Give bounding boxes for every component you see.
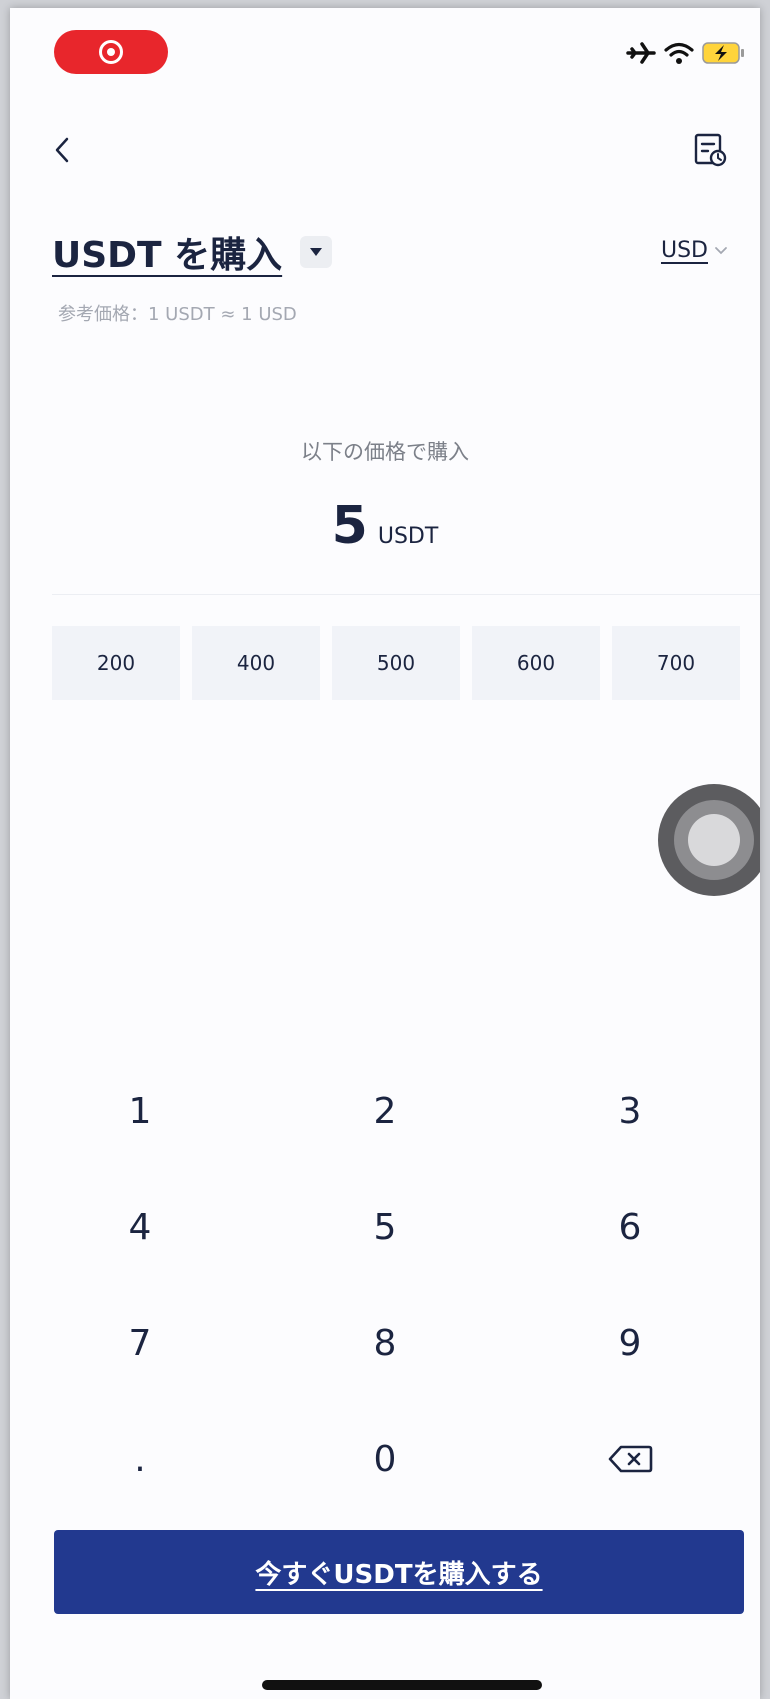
buy-now-label: 今すぐUSDTを購入する [255, 1559, 543, 1590]
preset-button[interactable]: 400 [192, 626, 320, 700]
key-9[interactable]: 9 [540, 1288, 720, 1398]
key-3[interactable]: 3 [540, 1056, 720, 1166]
page-title: USDT を購入 [52, 235, 283, 276]
record-icon [99, 40, 123, 64]
chevron-left-icon [55, 137, 69, 163]
key-4[interactable]: 4 [50, 1172, 230, 1282]
amount-caption: 以下の価格で購入 [301, 440, 469, 464]
amount-value: 5 [331, 496, 368, 556]
key-6[interactable]: 6 [540, 1172, 720, 1282]
airplane-icon [626, 42, 656, 64]
back-button[interactable] [42, 126, 82, 174]
order-history-icon [694, 133, 727, 167]
preset-button[interactable]: 600 [472, 626, 600, 700]
buy-now-button[interactable]: 今すぐUSDTを購入する [54, 1530, 744, 1614]
order-history-button[interactable] [688, 126, 732, 174]
reference-price: 参考価格：1 USDT ≈ 1 USD [58, 304, 297, 325]
amount-display: 5 USDT [10, 496, 760, 556]
chevron-down-icon [715, 246, 727, 254]
key-0[interactable]: 0 [295, 1404, 475, 1514]
divider [52, 594, 760, 595]
key-decimal[interactable]: . [50, 1404, 230, 1514]
crypto-dropdown-button[interactable] [300, 236, 333, 268]
key-2[interactable]: 2 [295, 1056, 475, 1166]
battery-charging-icon [702, 42, 744, 64]
preset-button[interactable]: 500 [332, 626, 460, 700]
preset-button[interactable]: 700 [612, 626, 740, 700]
key-1[interactable]: 1 [50, 1056, 230, 1166]
assistive-touch-button[interactable] [658, 784, 760, 896]
status-bar-icons [626, 38, 746, 68]
currency-label: USD [660, 238, 708, 263]
title-row[interactable]: USDT を購入 [52, 226, 333, 278]
home-indicator[interactable] [262, 1680, 542, 1690]
wifi-icon [664, 42, 694, 64]
key-8[interactable]: 8 [295, 1288, 475, 1398]
screen-recording-indicator[interactable] [54, 30, 168, 74]
key-5[interactable]: 5 [295, 1172, 475, 1282]
currency-selector[interactable]: USD [661, 238, 728, 263]
caret-down-icon [310, 248, 323, 256]
key-7[interactable]: 7 [50, 1288, 230, 1398]
delete-key[interactable] [540, 1404, 720, 1514]
preset-amounts: 200 400 500 600 700 [52, 626, 740, 700]
screen: USDT を購入 USD 参考価格：1 USDT ≈ 1 USD 以下の価格で購… [10, 8, 760, 1699]
preset-button[interactable]: 200 [52, 626, 180, 700]
amount-unit: USDT [377, 524, 439, 549]
backspace-icon [608, 1445, 653, 1473]
